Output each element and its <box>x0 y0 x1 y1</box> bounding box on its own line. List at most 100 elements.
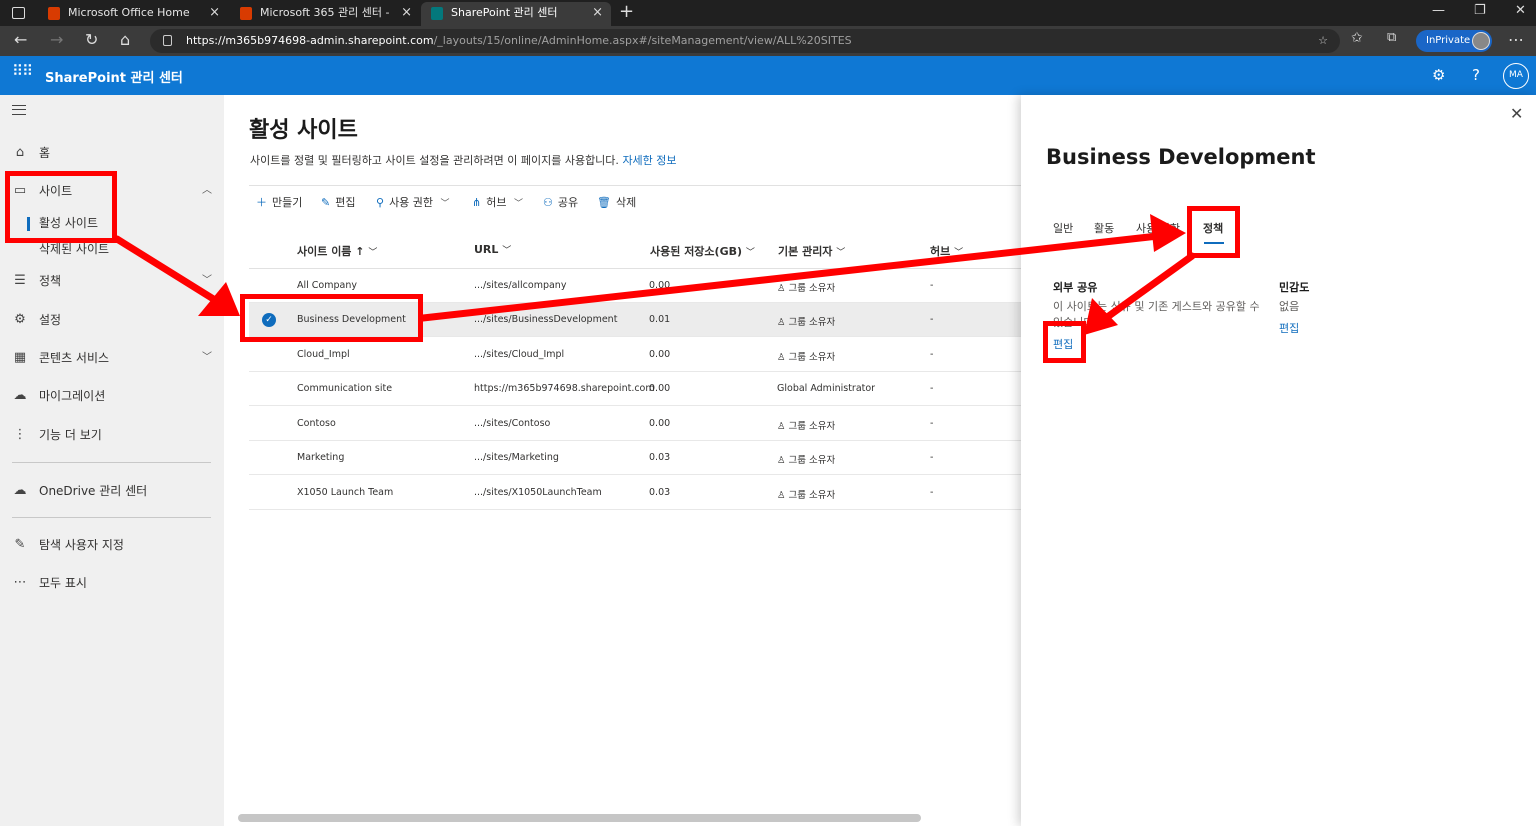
chevron-down-icon: ﹀ <box>202 352 212 363</box>
permissions-button[interactable]: ⚲ 사용 권한 ﹀ <box>376 194 450 210</box>
sensitivity-edit-link[interactable]: 편집 <box>1279 320 1299 336</box>
annotation-box-selected-row <box>240 294 423 342</box>
learn-more-link[interactable]: 자세한 정보 <box>622 154 676 167</box>
table-row[interactable]: Marketing .../sites/Marketing 0.03 ♙ 그룹 … <box>249 441 1021 475</box>
annotation-box-policies-tab <box>1187 206 1240 258</box>
nav-item-customize[interactable]: ✎ 탐색 사용자 지정 <box>12 535 212 555</box>
profile-avatar <box>1472 32 1490 50</box>
person-icon: ♙ <box>777 317 789 328</box>
browser-tab-m365-admin[interactable]: Microsoft 365 관리 센터 - Home × <box>230 2 420 41</box>
share-button[interactable]: ⚇ 공유 <box>543 194 578 210</box>
app-launcher-icon[interactable]: ⠿⠿ <box>12 64 33 79</box>
horizontal-scrollbar[interactable] <box>238 814 921 822</box>
table-row[interactable]: X1050 Launch Team .../sites/X1050LaunchT… <box>249 476 1021 510</box>
app-title[interactable]: SharePoint 관리 센터 <box>45 67 183 86</box>
column-header-storage[interactable]: 사용된 저장소(GB) ﹀ <box>650 243 755 259</box>
nav-item-content-services[interactable]: ▦ 콘텐츠 서비스 ﹀ <box>12 348 212 368</box>
favorite-add-icon[interactable]: ☆ <box>1318 29 1328 53</box>
chevron-down-icon: ﹀ <box>745 248 755 258</box>
person-icon: ♙ <box>777 455 789 466</box>
site-details-panel <box>1021 95 1536 826</box>
nav-item-show-all[interactable]: ⋯ 모두 표시 <box>12 573 212 593</box>
close-tab-icon[interactable]: × <box>401 2 412 24</box>
page-title: 활성 사이트 <box>249 118 358 143</box>
person-icon: ♙ <box>777 490 789 501</box>
column-header-url[interactable]: URL ﹀ <box>474 243 511 256</box>
settings-icon: ⚙ <box>14 312 26 327</box>
content-services-icon: ▦ <box>13 350 27 365</box>
chevron-down-icon: ﹀ <box>836 248 846 258</box>
column-header-site-name[interactable]: 사이트 이름 ↑ ﹀ <box>297 243 377 259</box>
external-sharing-heading: 외부 공유 <box>1053 281 1098 294</box>
person-icon: ♙ <box>777 352 789 363</box>
delete-button[interactable]: 🗑 삭제 <box>597 194 636 210</box>
suite-header: ⠿⠿ SharePoint 관리 센터 ⚙ ? MA <box>0 56 1536 95</box>
chevron-up-icon: ︿ <box>202 185 212 196</box>
pencil-icon: ✎ <box>14 537 26 552</box>
admin-cell: ♙ 그룹 소유자 <box>777 317 836 328</box>
sensitivity-value: 없음 <box>1279 300 1300 313</box>
chevron-down-icon: ﹀ <box>440 199 450 209</box>
nav-item-settings[interactable]: ⚙ 설정 <box>12 310 212 330</box>
back-icon[interactable]: ← <box>14 30 27 49</box>
inprivate-badge[interactable]: InPrivate <box>1416 30 1492 52</box>
person-icon: ♙ <box>777 283 789 294</box>
column-header-hub[interactable]: 허브 ﹀ <box>930 243 963 259</box>
tab-general[interactable]: 일반 <box>1053 220 1073 236</box>
settings-gear-icon[interactable]: ⚙ <box>1432 66 1445 84</box>
browser-tab-sharepoint-admin[interactable]: SharePoint 관리 센터 × <box>421 2 611 26</box>
hub-icon: ⋔ <box>472 196 482 209</box>
chevron-down-icon: ﹀ <box>502 246 512 256</box>
command-bar-divider <box>249 185 1021 186</box>
annotation-box-sites <box>5 171 117 243</box>
close-tab-icon[interactable]: × <box>592 2 603 24</box>
table-row[interactable]: Contoso .../sites/Contoso 0.00 ♙ 그룹 소유자 … <box>249 407 1021 441</box>
address-bar-row: ← → ↻ ⌂ https://m365b974698-admin.sharep… <box>0 26 1536 56</box>
create-button[interactable]: ＋ 만들기 <box>256 194 302 210</box>
admin-cell: ♙ 그룹 소유자 <box>777 455 836 466</box>
restore-icon[interactable]: ❐ <box>1474 3 1486 18</box>
close-tab-icon[interactable]: × <box>209 2 220 24</box>
minimize-icon[interactable]: — <box>1432 3 1445 18</box>
tab-actions-icon[interactable] <box>12 7 25 19</box>
more-menu-icon[interactable]: ⋯ <box>1508 30 1524 49</box>
admin-cell: ♙ 그룹 소유자 <box>777 352 836 363</box>
lock-icon <box>163 35 172 46</box>
favorites-icon[interactable]: ✩ <box>1351 30 1363 46</box>
nav-item-migration[interactable]: ☁ 마이그레이션 <box>12 386 212 406</box>
chevron-down-icon: ﹀ <box>368 248 378 258</box>
help-icon[interactable]: ? <box>1472 66 1480 84</box>
annotation-box-edit-link <box>1043 321 1086 363</box>
hamburger-menu-icon[interactable] <box>12 105 26 115</box>
account-avatar[interactable]: MA <box>1503 63 1529 89</box>
nav-item-home[interactable]: ⌂ 홈 <box>12 143 212 163</box>
nav-item-more-features[interactable]: ⋮ 기능 더 보기 <box>12 425 212 445</box>
column-header-admin[interactable]: 기본 관리자 ﹀ <box>778 243 845 259</box>
sharepoint-icon <box>431 7 443 20</box>
chevron-down-icon: ﹀ <box>202 275 212 286</box>
permissions-icon: ⚲ <box>376 196 385 209</box>
panel-title: Business Development <box>1046 145 1316 169</box>
collections-icon[interactable]: ⧉ <box>1387 30 1396 45</box>
sensitivity-heading: 민감도 <box>1279 281 1310 294</box>
close-panel-icon[interactable]: ✕ <box>1510 104 1523 123</box>
table-row[interactable]: Cloud_Impl .../sites/Cloud_Impl 0.00 ♙ 그… <box>249 338 1021 372</box>
forward-icon[interactable]: → <box>50 30 63 49</box>
table-row[interactable]: Communication site https://m365b974698.s… <box>249 372 1021 406</box>
browser-tab-office-home[interactable]: Microsoft Office Home × <box>38 2 228 26</box>
nav-item-onedrive[interactable]: ☁ OneDrive 관리 센터 <box>12 481 212 501</box>
home-icon[interactable]: ⌂ <box>120 30 130 49</box>
hub-button[interactable]: ⋔ 허브 ﹀ <box>472 194 523 210</box>
close-window-icon[interactable]: ✕ <box>1515 3 1526 18</box>
tab-membership[interactable]: 사용 권한 <box>1136 220 1180 236</box>
office-icon <box>48 7 60 20</box>
add-icon: ＋ <box>256 196 267 209</box>
refresh-icon[interactable]: ↻ <box>85 30 98 49</box>
tab-activity[interactable]: 활동 <box>1094 220 1114 236</box>
nav-item-policies[interactable]: ☰ 정책 ﹀ <box>12 271 212 291</box>
address-bar[interactable]: https://m365b974698-admin.sharepoint.com… <box>150 29 1340 53</box>
edit-button[interactable]: ✎ 편집 <box>321 194 355 210</box>
pencil-icon: ✎ <box>321 196 331 209</box>
new-tab-icon[interactable]: + <box>619 1 634 22</box>
nav-divider <box>12 462 211 463</box>
